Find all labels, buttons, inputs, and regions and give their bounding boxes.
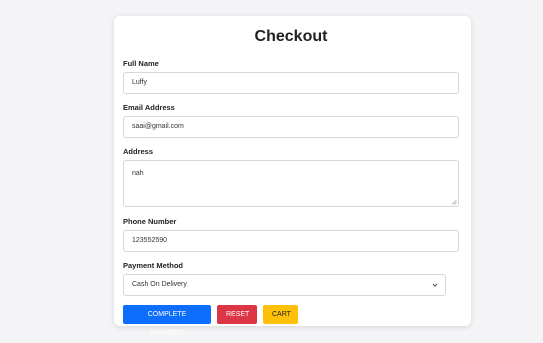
full-name-label: Full Name bbox=[123, 59, 159, 68]
checkout-card: Checkout Full Name Luffy Email Address s… bbox=[114, 16, 471, 337]
chevron-down-icon bbox=[432, 283, 438, 287]
full-name-input[interactable]: Luffy bbox=[123, 72, 459, 94]
button-row: COMPLETE PAYMENT RESET CART bbox=[123, 305, 459, 337]
payment-method-label: Payment Method bbox=[123, 261, 184, 270]
page-title: Checkout bbox=[254, 28, 328, 45]
email-label: Email Address bbox=[123, 103, 175, 112]
payment-method-value: Cash On Delivery bbox=[132, 281, 187, 288]
cart-button[interactable]: CART bbox=[263, 305, 298, 324]
reset-button[interactable]: RESET bbox=[217, 305, 257, 324]
address-textarea[interactable]: nah bbox=[123, 160, 459, 207]
resize-handle-icon[interactable] bbox=[451, 199, 457, 205]
phone-label: Phone Number bbox=[123, 217, 177, 226]
email-input[interactable]: saai@gmail.com bbox=[123, 116, 459, 138]
phone-input[interactable]: 123552590 bbox=[123, 230, 459, 252]
address-label: Address bbox=[123, 147, 154, 156]
complete-payment-button[interactable]: COMPLETE PAYMENT bbox=[123, 305, 211, 337]
address-value: nah bbox=[132, 170, 144, 177]
payment-method-select[interactable]: Cash On Delivery bbox=[123, 274, 446, 296]
